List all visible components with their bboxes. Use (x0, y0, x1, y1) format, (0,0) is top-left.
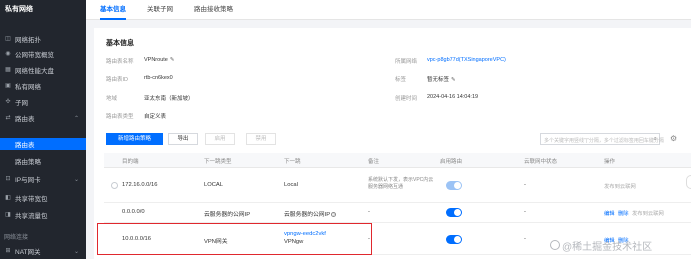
vpc-link[interactable]: vpc-p8gb77d(TXSingaporeVPC) (427, 57, 506, 63)
pencil-icon[interactable]: ✎ (170, 57, 175, 63)
sidebar-item-topology[interactable]: ◫ 网络拓扑 (0, 33, 86, 45)
tab-associated-subnets[interactable]: 关联子网 (147, 0, 173, 20)
info-label: 地域 (106, 96, 118, 102)
search-input[interactable]: 多个关键字用竖线"|"分隔，多个过滤标签用回车键分隔 ⌕ (540, 133, 664, 145)
sidebar-title: 私有网络 (5, 6, 33, 13)
route-table-id: rtb-cn6kex0 (144, 75, 173, 81)
share-traffic-icon: ◨ (5, 212, 11, 218)
chevron-down-icon: ⌄ (73, 176, 79, 183)
tags-value: 暂无标签 ✎ (427, 77, 456, 83)
route-table-icon: ⇄ (5, 115, 11, 121)
sidebar-group-label: 网络连接 (4, 235, 29, 241)
cell-next-hop-type: LOCAL (204, 182, 224, 188)
cell-ccn-status: - (524, 209, 526, 215)
info-label: 路由表ID (106, 77, 129, 83)
vpc-icon: ▣ (5, 83, 11, 89)
search-icon[interactable]: ⌕ (654, 136, 657, 143)
cell-destination: 0.0.0.0/0 (122, 209, 145, 215)
table-row[interactable]: 172.16.0.0/16 LOCAL Local 系统默认下发，表示VPC内云… (104, 168, 691, 203)
bandwidth-icon: ◉ (5, 51, 11, 57)
topology-icon: ◫ (5, 36, 11, 42)
sidebar: 私有网络 ◫ 网络拓扑 ◉ 公网带宽概览 ▦ 网络性能大盘 ▣ 私有网络 ✣ 子… (0, 0, 86, 259)
publish-ccn-link[interactable]: 发布到云联网 (604, 182, 636, 190)
delete-link[interactable]: 删除 (618, 209, 629, 217)
ip-icon: ⊡ (5, 176, 11, 182)
sidebar-item-route-policy[interactable]: 路由策略 (0, 155, 86, 167)
sidebar-item-share-traffic[interactable]: ◨ 共享流量包 (0, 209, 86, 221)
row-radio[interactable] (111, 182, 118, 189)
sidebar-item-subnet[interactable]: ✣ 子网 (0, 96, 86, 108)
disable-button[interactable]: 禁用 (246, 133, 276, 145)
chevron-down-icon: ⌄ (73, 248, 79, 255)
share-bandwidth-icon: ◧ (5, 195, 11, 201)
help-icon[interactable]: ? (331, 211, 337, 217)
sidebar-item-route-table-group[interactable]: ⇄ 路由表 ⌃ (0, 112, 86, 124)
enabled-toggle[interactable] (446, 235, 462, 244)
cell-note: 系统默认下发，表示VPC内云服务器网络互通 (368, 177, 434, 190)
pencil-icon[interactable]: ✎ (451, 77, 456, 83)
tab-basic-info[interactable]: 基本信息 (100, 0, 126, 20)
gear-icon[interactable]: ⚙ (670, 134, 677, 143)
new-route-button[interactable]: 新增路由策略 (106, 133, 163, 145)
col-destination: 目的端 (122, 159, 139, 165)
info-label: 路由表类型 (106, 114, 134, 120)
route-table-type: 自定义表 (144, 114, 167, 120)
region-value: 亚太东南（新加坡） (144, 96, 194, 102)
tab-bar: 基本信息 关联子网 路由接收策略 (86, 0, 691, 20)
cell-next-hop-type: 云服务器的公网IP (204, 212, 251, 218)
sidebar-item-route-table[interactable]: 路由表 (0, 138, 86, 150)
cell-ccn-status: - (524, 182, 526, 188)
table-header: 目的端 下一跳类型 下一跳 备注 启用路由 云联网中状态 操作 (104, 153, 691, 168)
info-label: 标签 (395, 77, 407, 83)
created-time: 2024-04-16 14:04:19 (427, 94, 479, 100)
dashboard-icon: ▦ (5, 67, 11, 73)
cell-next-hop: 云服务器的公网IP? (284, 211, 337, 218)
sidebar-item-ip-nic[interactable]: ⊡ IP与网卡 ⌄ (0, 173, 86, 185)
sidebar-item-dashboard[interactable]: ▦ 网络性能大盘 (0, 64, 86, 76)
section-title: 基本信息 (106, 40, 134, 47)
table-row[interactable]: 0.0.0.0/0 云服务器的公网IP 云服务器的公网IP? - - 编辑 删除… (104, 203, 691, 223)
sidebar-item-share-bandwidth[interactable]: ◧ 共享带宽包 (0, 192, 86, 204)
info-label: 路由表名称 (106, 59, 134, 65)
cell-next-hop: Local (284, 182, 298, 188)
sidebar-item-vpc[interactable]: ▣ 私有网络 (0, 80, 86, 92)
cell-ccn-status: - (524, 236, 526, 242)
col-ccn-status: 云联网中状态 (524, 159, 558, 165)
nat-icon: ⊞ (5, 248, 11, 254)
sidebar-item-nat[interactable]: ⊞ NAT网关 ⌄ (0, 245, 86, 257)
col-next-hop: 下一跳 (284, 159, 301, 165)
highlight-box (97, 223, 372, 255)
publish-ccn-link[interactable]: 发布到云联网 (632, 209, 664, 217)
col-next-hop-type: 下一跳类型 (204, 159, 232, 165)
sidebar-item-bandwidth[interactable]: ◉ 公网带宽概览 (0, 48, 86, 60)
cell-note: - (368, 209, 370, 215)
floating-scroll-handle[interactable] (686, 175, 691, 189)
chevron-up-icon: ⌃ (73, 115, 79, 122)
watermark-logo-icon (550, 240, 560, 250)
tab-route-receive-policy[interactable]: 路由接收策略 (194, 0, 233, 20)
col-enabled: 启用路由 (440, 159, 463, 165)
enable-button[interactable]: 启用 (205, 133, 235, 145)
route-table-name: VPNroute ✎ (144, 57, 175, 63)
edit-link[interactable]: 编辑 (604, 209, 615, 217)
cell-destination: 172.16.0.0/16 (122, 182, 158, 188)
info-label: 创建时间 (395, 96, 418, 102)
enabled-toggle[interactable] (446, 208, 462, 217)
col-actions: 操作 (604, 159, 616, 165)
watermark: @稀土掘金技术社区 (562, 242, 653, 253)
enabled-toggle (446, 181, 462, 190)
subnet-icon: ✣ (5, 99, 11, 105)
export-button[interactable]: 导出 (168, 133, 198, 145)
col-note: 备注 (368, 159, 380, 165)
info-label: 所属网络 (395, 59, 418, 65)
